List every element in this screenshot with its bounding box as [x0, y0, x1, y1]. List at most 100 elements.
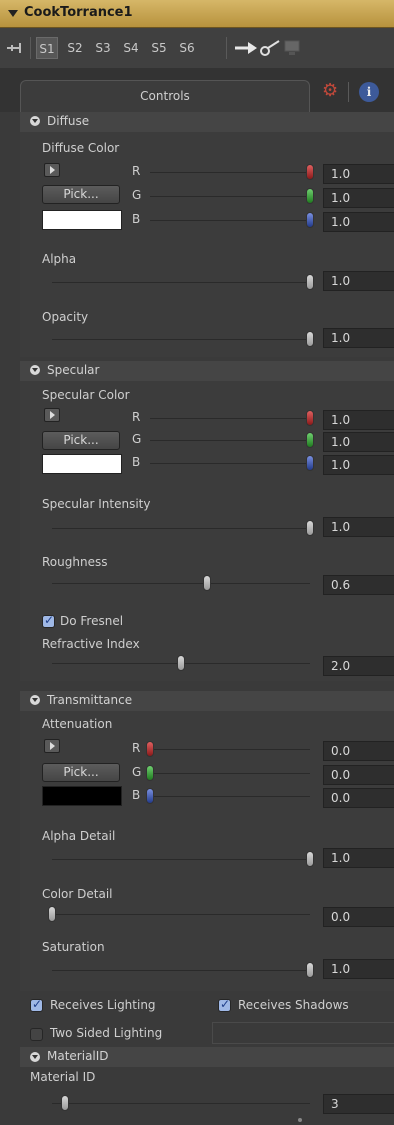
receives-lighting-checkbox[interactable] [30, 997, 43, 1012]
transmittance-section-header[interactable]: Transmittance [20, 691, 394, 711]
opacity-value[interactable]: 1.0 [323, 328, 394, 348]
version-tab-s4[interactable]: S4 [120, 37, 142, 59]
specular-g-slider[interactable] [150, 440, 310, 441]
receives-shadows-checkbox[interactable] [218, 997, 231, 1012]
tab-row: Controls ⚙ i [0, 68, 394, 112]
opacity-slider[interactable] [52, 339, 310, 340]
tool-name: CookTorrance1 [24, 5, 133, 20]
version-tab-s1[interactable]: S1 [36, 37, 58, 59]
alpha-label: Alpha [42, 252, 77, 266]
tool-title-bar[interactable]: CookTorrance1 [0, 0, 394, 28]
slider-end-dot [298, 1118, 302, 1122]
alpha-value[interactable]: 1.0 [323, 271, 394, 291]
specular-b-slider-knob[interactable] [306, 455, 314, 471]
tab-controls[interactable]: Controls [20, 80, 310, 112]
version-tab-s2[interactable]: S2 [64, 37, 86, 59]
alpha-detail-slider[interactable] [52, 859, 310, 860]
saturation-slider[interactable] [52, 970, 310, 971]
expand-color-icon[interactable] [44, 408, 60, 422]
diffuse-r-value[interactable]: 1.0 [323, 164, 394, 184]
roughness-value[interactable]: 0.6 [323, 575, 394, 595]
diffuse-r-slider[interactable] [150, 172, 310, 173]
diffuse-b-slider[interactable] [150, 220, 310, 221]
refractive-index-label: Refractive Index [42, 637, 140, 651]
refractive-index-slider-knob[interactable] [177, 655, 185, 671]
section-toggle-icon[interactable] [30, 116, 40, 126]
attenuation-pick-button[interactable]: Pick... [42, 763, 120, 782]
expand-color-icon[interactable] [44, 739, 60, 753]
specular-intensity-label: Specular Intensity [42, 497, 151, 511]
specular-r-slider[interactable] [150, 418, 310, 419]
specular-r-slider-knob[interactable] [306, 410, 314, 426]
alpha-slider-knob[interactable] [306, 274, 314, 290]
alpha-detail-value[interactable]: 1.0 [323, 848, 394, 868]
diffuse-section-header[interactable]: Diffuse [20, 112, 394, 132]
refractive-index-value[interactable]: 2.0 [323, 656, 394, 676]
specular-color-swatch[interactable] [42, 454, 122, 474]
attenuation-g-value[interactable]: 0.0 [323, 765, 394, 785]
specular-b-slider[interactable] [150, 463, 310, 464]
version-tab-s5[interactable]: S5 [148, 37, 170, 59]
specular-color-label: Specular Color [42, 388, 130, 402]
collapse-triangle-icon[interactable] [8, 10, 18, 17]
attenuation-b-slider-knob[interactable] [146, 788, 154, 804]
attenuation-r-value[interactable]: 0.0 [323, 741, 394, 761]
roughness-slider[interactable] [52, 583, 310, 584]
saturation-slider-knob[interactable] [306, 962, 314, 978]
two-sided-lighting-label: Two Sided Lighting [50, 1026, 163, 1040]
attenuation-r-slider[interactable] [150, 749, 310, 750]
attenuation-b-value[interactable]: 0.0 [323, 788, 394, 808]
diffuse-color-swatch[interactable] [42, 210, 122, 230]
attenuation-g-slider-knob[interactable] [146, 765, 154, 781]
specular-intensity-slider[interactable] [52, 528, 310, 529]
monitor-icon[interactable] [284, 40, 300, 56]
diffuse-pick-button[interactable]: Pick... [42, 185, 120, 204]
color-detail-value[interactable]: 0.0 [323, 907, 394, 927]
section-toggle-icon[interactable] [30, 365, 40, 375]
saturation-value[interactable]: 1.0 [323, 959, 394, 979]
diffuse-b-value[interactable]: 1.0 [323, 212, 394, 232]
specular-g-value[interactable]: 1.0 [323, 432, 394, 452]
specular-intensity-value[interactable]: 1.0 [323, 517, 394, 537]
attenuation-color-swatch[interactable] [42, 786, 122, 806]
diffuse-r-slider-knob[interactable] [306, 164, 314, 180]
specular-b-value[interactable]: 1.0 [323, 455, 394, 475]
version-tab-s6[interactable]: S6 [176, 37, 198, 59]
pin-icon[interactable] [6, 42, 26, 54]
color-detail-label: Color Detail [42, 887, 113, 901]
color-detail-slider[interactable] [52, 914, 310, 915]
arrow-right-icon[interactable] [234, 41, 258, 55]
roughness-slider-knob[interactable] [202, 575, 211, 591]
do-fresnel-checkbox[interactable] [42, 613, 55, 628]
opacity-slider-knob[interactable] [306, 331, 314, 347]
two-sided-lighting-checkbox[interactable] [30, 1028, 43, 1041]
specular-intensity-slider-knob[interactable] [306, 520, 314, 536]
diffuse-g-slider-knob[interactable] [306, 188, 314, 204]
specular-r-value[interactable]: 1.0 [323, 410, 394, 430]
receives-shadows-label: Receives Shadows [238, 998, 349, 1012]
attenuation-r-slider-knob[interactable] [146, 741, 154, 757]
material-id-value[interactable]: 3 [323, 1094, 394, 1114]
material-id-slider[interactable] [52, 1103, 310, 1104]
attenuation-g-slider[interactable] [150, 773, 310, 774]
materialid-section-header[interactable]: MaterialID [20, 1047, 394, 1067]
specular-g-slider-knob[interactable] [306, 432, 314, 448]
section-toggle-icon[interactable] [30, 695, 40, 705]
diffuse-g-value[interactable]: 1.0 [323, 188, 394, 208]
color-detail-slider-knob[interactable] [48, 906, 56, 922]
diffuse-g-slider[interactable] [150, 196, 310, 197]
pick-eyedropper-icon[interactable] [259, 39, 281, 57]
specular-pick-button[interactable]: Pick... [42, 431, 120, 450]
alpha-slider[interactable] [52, 282, 310, 283]
material-id-label: Material ID [30, 1070, 96, 1084]
material-id-slider-knob[interactable] [60, 1095, 69, 1111]
diffuse-b-slider-knob[interactable] [306, 212, 314, 228]
opacity-label: Opacity [42, 310, 89, 324]
version-tab-s3[interactable]: S3 [92, 37, 114, 59]
expand-color-icon[interactable] [44, 163, 60, 177]
info-icon[interactable]: i [359, 82, 379, 102]
attenuation-b-slider[interactable] [150, 796, 310, 797]
specular-section-header[interactable]: Specular [20, 361, 394, 381]
alpha-detail-slider-knob[interactable] [306, 851, 314, 867]
gear-icon[interactable]: ⚙ [322, 82, 338, 100]
